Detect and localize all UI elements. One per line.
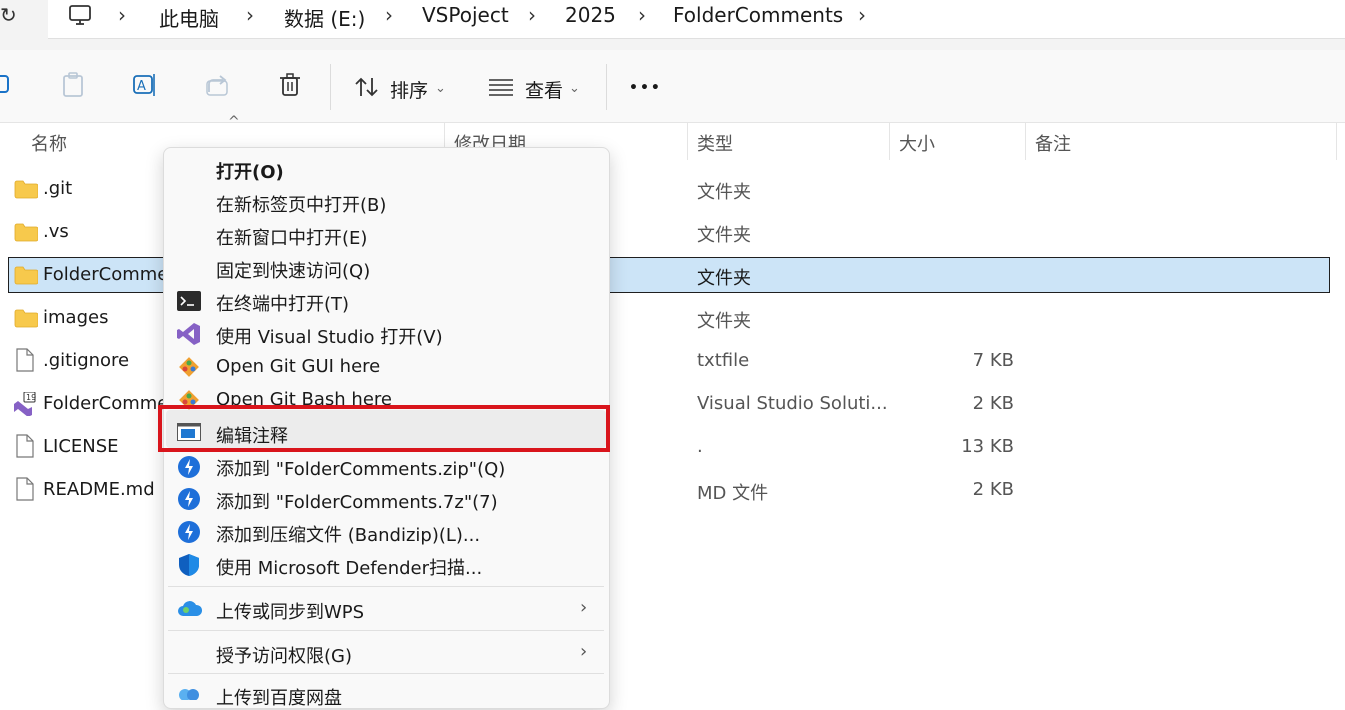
visual-studio-icon <box>177 323 200 345</box>
menu-item-pin-quick-access[interactable]: 固定到快速访问(Q) <box>216 257 370 283</box>
column-header-name[interactable]: 名称 <box>31 130 67 156</box>
column-divider[interactable] <box>687 122 688 160</box>
chevron-right-icon[interactable]: › <box>528 3 536 27</box>
file-name: README.md <box>43 479 155 500</box>
folder-icon <box>14 223 38 242</box>
command-bar: A 排序 ⌄ 查看 ⌄ ••• <box>0 50 1345 123</box>
file-name: .gitignore <box>43 350 130 371</box>
file-name: FolderComme <box>43 393 169 414</box>
breadcrumb-foldercomments[interactable]: FolderComments <box>673 3 843 27</box>
bandizip-icon <box>178 456 200 478</box>
computer-icon[interactable] <box>68 4 92 26</box>
menu-divider <box>168 673 604 674</box>
file-type: 文件夹 <box>697 268 751 289</box>
chevron-right-icon: › <box>580 641 588 662</box>
file-icon <box>16 348 34 372</box>
file-type: MD 文件 <box>697 483 769 504</box>
breadcrumb-drive-e[interactable]: 数据 (E:) <box>284 3 365 32</box>
more-options-icon[interactable]: ••• <box>629 80 662 96</box>
chevron-right-icon[interactable]: › <box>638 3 646 27</box>
file-name: .vs <box>43 221 69 242</box>
file-type: . <box>697 436 703 457</box>
menu-item-open-new-tab[interactable]: 在新标签页中打开(B) <box>216 191 386 217</box>
column-divider[interactable] <box>1025 122 1026 160</box>
file-name: FolderComme <box>43 264 169 285</box>
menu-item-grant-access[interactable]: 授予访问权限(G) <box>216 642 352 668</box>
menu-item-open[interactable]: 打开(O) <box>216 158 284 184</box>
file-name: images <box>43 307 109 328</box>
file-type: 文件夹 <box>697 182 751 203</box>
menu-item-baidu-upload[interactable]: 上传到百度网盘 <box>216 684 342 710</box>
file-type: 文件夹 <box>697 225 751 246</box>
toolbar-divider <box>606 64 607 110</box>
folder-icon <box>14 180 38 199</box>
column-divider[interactable] <box>889 122 890 160</box>
chevron-right-icon[interactable]: › <box>858 3 866 27</box>
menu-item-open-terminal[interactable]: 在终端中打开(T) <box>216 290 349 316</box>
paste-icon[interactable] <box>62 72 86 98</box>
file-size: 7 KB <box>972 350 1014 371</box>
file-type: 文件夹 <box>697 311 751 332</box>
chevron-down-icon[interactable]: ⌄ <box>569 81 580 96</box>
menu-item-add-archive[interactable]: 添加到压缩文件 (Bandizip)(L)... <box>216 521 480 547</box>
column-header-type[interactable]: 类型 <box>697 130 733 156</box>
column-header-comment[interactable]: 备注 <box>1035 130 1071 156</box>
breadcrumb-vspoject[interactable]: VSPoject <box>422 3 509 27</box>
vs-solution-icon: 19 <box>14 392 36 416</box>
folder-icon <box>14 309 38 328</box>
file-icon <box>16 434 34 458</box>
svg-text:19: 19 <box>26 393 36 402</box>
file-size: 2 KB <box>972 479 1014 500</box>
baidu-netdisk-icon <box>179 689 199 700</box>
menu-item-wps-sync[interactable]: 上传或同步到WPS <box>216 598 364 624</box>
bandizip-icon <box>178 521 200 543</box>
defender-shield-icon <box>179 554 199 576</box>
column-divider[interactable] <box>1336 122 1337 160</box>
menu-item-defender-scan[interactable]: 使用 Microsoft Defender扫描... <box>216 554 482 580</box>
breadcrumb[interactable]: › 此电脑 › 数据 (E:) › VSPoject › 2025 › Fold… <box>48 0 1345 39</box>
menu-item-add-zip[interactable]: 添加到 "FolderComments.zip"(Q) <box>216 455 505 481</box>
chevron-down-icon[interactable]: ⌄ <box>435 81 446 96</box>
toolbar-divider <box>330 64 331 110</box>
view-button[interactable]: 查看 <box>525 76 563 103</box>
copy-icon[interactable] <box>0 72 14 98</box>
svg-text:A: A <box>137 79 146 94</box>
terminal-icon <box>177 291 201 311</box>
view-icon[interactable] <box>488 78 514 96</box>
file-type: txtfile <box>697 350 750 371</box>
menu-item-open-new-window[interactable]: 在新窗口中打开(E) <box>216 224 367 250</box>
wps-cloud-icon <box>178 601 203 616</box>
column-header-size[interactable]: 大小 <box>899 130 935 156</box>
file-name: .git <box>43 178 73 199</box>
address-bar-area: ↻ › 此电脑 › 数据 (E:) › VSPoject › 2025 › Fo… <box>0 0 1345 50</box>
chevron-right-icon[interactable]: › <box>118 3 126 27</box>
menu-item-git-gui[interactable]: Open Git GUI here <box>216 356 380 377</box>
file-size: 2 KB <box>972 393 1014 414</box>
chevron-right-icon[interactable]: › <box>385 3 393 27</box>
menu-divider <box>168 586 604 587</box>
breadcrumb-2025[interactable]: 2025 <box>565 3 616 27</box>
menu-item-add-7z[interactable]: 添加到 "FolderComments.7z"(7) <box>216 488 498 514</box>
refresh-icon[interactable]: ↻ <box>0 3 17 27</box>
file-size: 13 KB <box>961 436 1014 457</box>
rename-icon[interactable]: A <box>133 72 159 98</box>
sort-icon[interactable] <box>354 76 380 98</box>
folder-icon <box>14 266 38 285</box>
bandizip-icon <box>178 488 200 510</box>
share-icon[interactable] <box>205 72 231 98</box>
breadcrumb-this-pc[interactable]: 此电脑 <box>159 3 219 32</box>
menu-divider <box>168 630 604 631</box>
chevron-right-icon[interactable]: › <box>246 3 254 27</box>
file-icon <box>16 477 34 501</box>
file-name: LICENSE <box>43 436 119 457</box>
sort-button[interactable]: 排序 <box>390 76 428 103</box>
file-type: Visual Studio Soluti... <box>697 393 888 414</box>
highlight-box <box>158 405 610 452</box>
menu-item-open-visual-studio[interactable]: 使用 Visual Studio 打开(V) <box>216 323 443 349</box>
git-icon <box>179 357 199 377</box>
sort-ascending-icon: ^ <box>228 114 240 130</box>
chevron-right-icon: › <box>580 597 588 618</box>
delete-icon[interactable] <box>278 72 302 98</box>
